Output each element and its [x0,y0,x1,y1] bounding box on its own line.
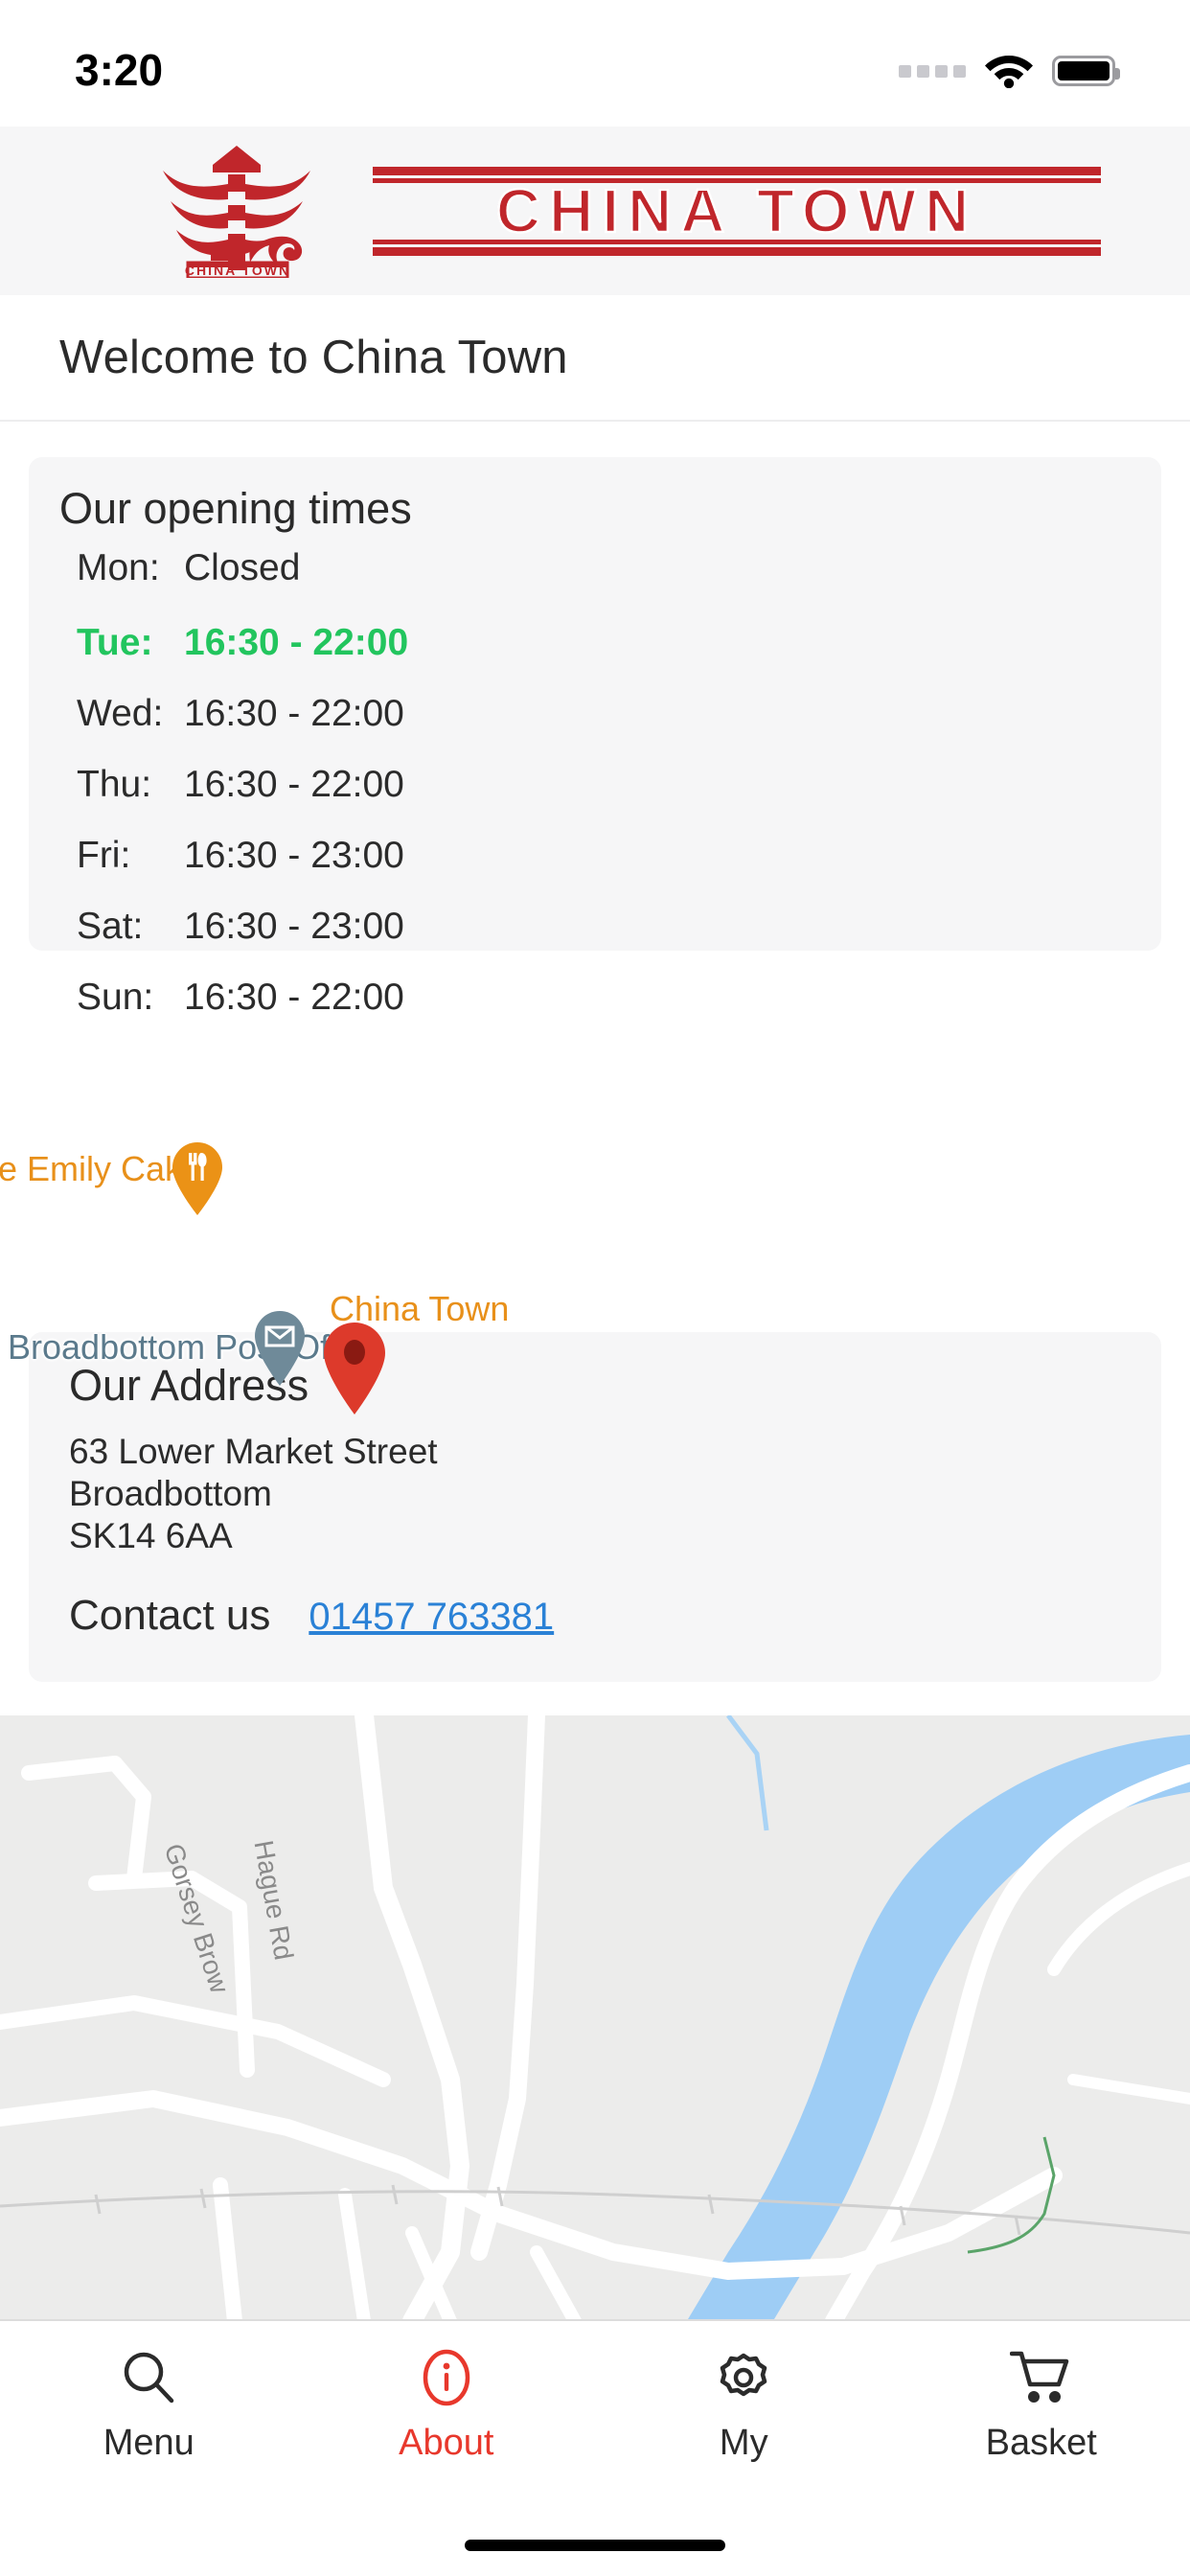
svg-text:CHINA TOWN: CHINA TOWN [496,176,977,245]
address-card: Our Address 63 Lower Market Street Broad… [29,1332,1161,1682]
opening-times-value: 16:30 - 22:00 [184,977,404,1018]
status-bar: 3:20 [0,0,1190,126]
opening-times-day: Mon: [77,547,160,588]
bottom-tab-bar: Menu About My Basket [0,2319,1190,2576]
signal-dots-icon [899,64,966,78]
opening-times-value: Closed [184,547,301,588]
opening-times-value: 16:30 - 23:00 [184,835,404,876]
tab-my[interactable]: My [595,2346,893,2464]
opening-times-row: Sun: 16:30 - 22:00 [77,977,1161,1019]
opening-times-list: Mon: Closed Tue: 16:30 - 22:00 Wed: 16:30 - 2… [29,547,1161,1019]
app-screen: 3:20 CHINA TOWN CHINA TOWN CHINA TOWN We… [0,0,1190,2576]
tab-about[interactable]: About [298,2346,596,2464]
opening-times-value: 16:30 - 22:00 [184,693,404,734]
logo-mark-caption: CHINA TOWN [185,263,290,278]
opening-times-day: Sat: [77,906,144,947]
tab-label-basket: Basket [985,2423,1097,2463]
opening-times-row: Tue: 16:30 - 22:00 [77,622,1161,664]
address-line-3: SK14 6AA [69,1516,233,1555]
opening-times-row: Fri: 16:30 - 23:00 [77,835,1161,877]
tab-label-about: About [399,2423,494,2463]
opening-times-row: Sat: 16:30 - 23:00 [77,906,1161,948]
address-block: 63 Lower Market Street Broadbottom SK14 … [69,1434,1161,1553]
battery-full-icon [1052,56,1120,86]
tab-label-menu: Menu [103,2423,195,2463]
shopping-cart-icon [1009,2346,1073,2409]
opening-times-row: Wed: 16:30 - 22:00 [77,693,1161,735]
restaurant-pin[interactable] [172,1142,222,1215]
opening-times-card: Our opening times Mon: Closed Tue: 16:30 - … [29,457,1161,1018]
welcome-banner: Welcome to China Town [0,295,1190,422]
opening-times-title: Our opening times [59,484,412,533]
opening-times-day: Fri: [77,835,131,876]
opening-times-day: Tue: [77,622,153,663]
contact-label: Contact us [69,1592,271,1639]
address-title: Our Address [69,1361,309,1410]
tab-basket[interactable]: Basket [893,2346,1190,2464]
pagoda-logo-icon: CHINA TOWN [163,146,310,278]
wifi-icon [983,50,1035,93]
tab-menu[interactable]: Menu [0,2346,298,2464]
welcome-text: Welcome to China Town [59,332,568,383]
opening-times-row: Mon: Closed [77,547,1161,589]
gear-icon [714,2346,773,2409]
home-indicator [465,2540,725,2551]
opening-times-day: Sun: [77,977,154,1018]
map-canvas [0,1715,1190,2321]
location-map[interactable]: Gorsey Brow Hague Rd [0,1715,1190,2321]
logo-wordmark: CHINA TOWN CHINA TOWN [373,167,1101,256]
opening-times-day: Thu: [77,764,152,805]
phone-link[interactable]: 01457 763381 [309,1596,554,1639]
opening-times-day: Wed: [77,693,164,734]
info-circle-icon [417,2346,476,2409]
contact-row: Contact us 01457 763381 [69,1592,1161,1640]
tab-label-my: My [719,2423,768,2463]
address-line-1: 63 Lower Market Street [69,1432,438,1471]
search-icon [119,2346,178,2409]
status-time: 3:20 [75,45,164,95]
post-office-pin[interactable] [255,1311,305,1386]
opening-times-value: 16:30 - 23:00 [184,906,404,947]
opening-times-row: Thu: 16:30 - 22:00 [77,764,1161,806]
opening-times-value: 16:30 - 22:00 [184,622,409,663]
app-logo-header: CHINA TOWN CHINA TOWN CHINA TOWN [0,126,1190,295]
china-town-pin[interactable] [324,1322,385,1414]
address-line-2: Broadbottom [69,1474,272,1513]
status-indicators [899,50,1120,93]
opening-times-value: 16:30 - 22:00 [184,764,404,805]
